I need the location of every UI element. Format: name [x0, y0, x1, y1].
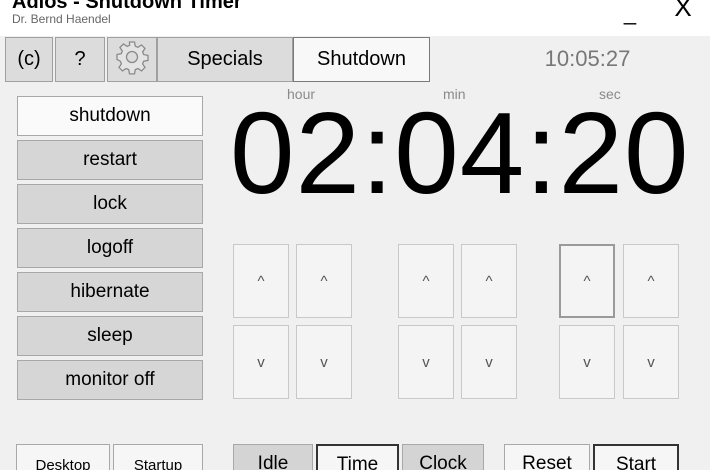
reset-button-label: Reset: [522, 453, 572, 470]
time-mode-label: Time: [336, 454, 379, 470]
up-arrow-icon: ^: [485, 272, 493, 290]
action-label: logoff: [86, 237, 134, 258]
desktop-button[interactable]: Desktop: [16, 444, 110, 470]
up-arrow-icon: ^: [257, 272, 265, 290]
sec-tens-down-button[interactable]: v: [559, 325, 615, 399]
logoff-action-button[interactable]: logoff: [17, 228, 203, 268]
clock-mode-label: Clock: [419, 453, 467, 470]
desktop-button-label: Desktop: [35, 457, 91, 470]
min-ones-down-button[interactable]: v: [461, 325, 517, 399]
clock-mode-button[interactable]: Clock: [402, 444, 484, 470]
min-tens-up-button[interactable]: ^: [398, 244, 454, 318]
countdown-display: 02:04:20: [230, 88, 690, 218]
current-time: 10:05:27: [544, 46, 631, 71]
specials-button-label: Specials: [187, 48, 263, 70]
action-label: lock: [93, 193, 127, 214]
idle-mode-button[interactable]: Idle: [233, 444, 313, 470]
app-author: Dr. Bernd Haendel: [12, 12, 111, 26]
min-ones-up-button[interactable]: ^: [461, 244, 517, 318]
help-button[interactable]: ?: [55, 37, 105, 82]
copyright-button-label: (c): [17, 48, 41, 70]
min-tens-down-button[interactable]: v: [398, 325, 454, 399]
monitor-off-action-button[interactable]: monitor off: [17, 360, 203, 400]
action-label: hibernate: [70, 281, 150, 302]
up-arrow-icon: ^: [422, 272, 430, 290]
action-label: monitor off: [65, 369, 155, 390]
idle-mode-label: Idle: [257, 453, 289, 470]
down-arrow-icon: v: [485, 353, 493, 371]
start-button-label: Start: [615, 454, 657, 470]
up-arrow-icon: ^: [583, 272, 591, 290]
specials-button[interactable]: Specials: [157, 37, 293, 82]
lock-action-button[interactable]: lock: [17, 184, 203, 224]
sec-ones-down-button[interactable]: v: [623, 325, 679, 399]
start-button[interactable]: Start: [593, 444, 679, 470]
sec-tens-up-button[interactable]: ^: [559, 244, 615, 318]
tab-shutdown-label: Shutdown: [317, 48, 406, 70]
startup-button[interactable]: Startup: [113, 444, 203, 470]
close-button[interactable]: X: [660, 0, 706, 26]
action-label: shutdown: [69, 105, 151, 126]
down-arrow-icon: v: [583, 353, 591, 371]
sec-ones-up-button[interactable]: ^: [623, 244, 679, 318]
copyright-button[interactable]: (c): [5, 37, 53, 82]
restart-action-button[interactable]: restart: [17, 140, 203, 180]
hour-ones-up-button[interactable]: ^: [296, 244, 352, 318]
down-arrow-icon: v: [422, 353, 430, 371]
sleep-action-button[interactable]: sleep: [17, 316, 203, 356]
down-arrow-icon: v: [257, 353, 265, 371]
tab-shutdown[interactable]: Shutdown: [293, 37, 430, 82]
hibernate-action-button[interactable]: hibernate: [17, 272, 203, 312]
title-bar: Adios - Shutdown Timer Dr. Bernd Haendel…: [0, 0, 710, 36]
up-arrow-icon: ^: [320, 272, 328, 290]
time-mode-button[interactable]: Time: [316, 444, 399, 470]
down-arrow-icon: v: [647, 353, 655, 371]
startup-button-label: Startup: [133, 457, 183, 470]
settings-button[interactable]: [107, 37, 157, 82]
hour-tens-down-button[interactable]: v: [233, 325, 289, 399]
gear-icon: [114, 39, 150, 81]
shutdown-action-button[interactable]: shutdown: [17, 96, 203, 136]
help-button-label: ?: [74, 48, 86, 70]
minimize-button[interactable]: _: [607, 2, 653, 32]
hour-ones-down-button[interactable]: v: [296, 325, 352, 399]
action-label: restart: [83, 149, 137, 170]
up-arrow-icon: ^: [647, 272, 655, 290]
action-label: sleep: [87, 325, 133, 346]
reset-button[interactable]: Reset: [504, 444, 590, 470]
down-arrow-icon: v: [320, 353, 328, 371]
hour-tens-up-button[interactable]: ^: [233, 244, 289, 318]
